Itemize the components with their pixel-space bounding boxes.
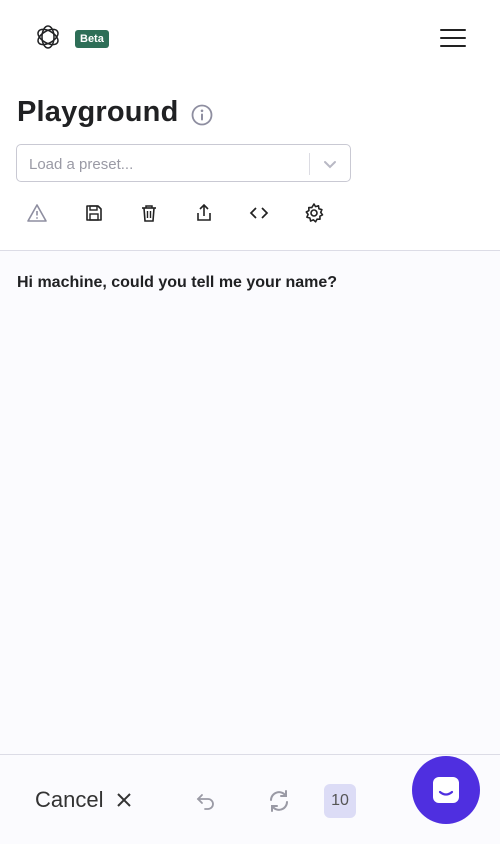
code-icon[interactable] [246,200,272,226]
chat-launcher-button[interactable] [412,756,480,824]
undo-icon[interactable] [194,789,218,813]
preset-placeholder: Load a preset... [29,156,134,173]
share-icon[interactable] [191,200,217,226]
save-icon[interactable] [81,200,107,226]
chat-icon [433,777,459,803]
top-bar: Beta [0,0,500,78]
toolbar [0,200,500,228]
header-divider [0,250,500,251]
beta-badge: Beta [75,30,109,48]
cancel-button[interactable]: Cancel [35,787,133,813]
regenerate-icon[interactable] [266,788,292,814]
openai-logo-icon[interactable] [33,22,63,52]
preset-select[interactable]: Load a preset... [16,144,351,182]
token-count-badge: 10 [324,784,356,818]
settings-icon[interactable] [301,200,327,226]
close-icon [117,793,132,807]
chevron-down-icon [324,161,336,169]
warning-icon[interactable] [24,200,50,226]
preset-separator [309,153,310,175]
trash-icon[interactable] [136,200,162,226]
hamburger-menu-icon[interactable] [440,29,466,49]
prompt-editor[interactable]: Hi machine, could you tell me your name? [17,274,477,292]
info-icon[interactable] [191,104,213,126]
page-title: Playground [17,96,179,128]
cancel-label: Cancel [35,787,104,812]
